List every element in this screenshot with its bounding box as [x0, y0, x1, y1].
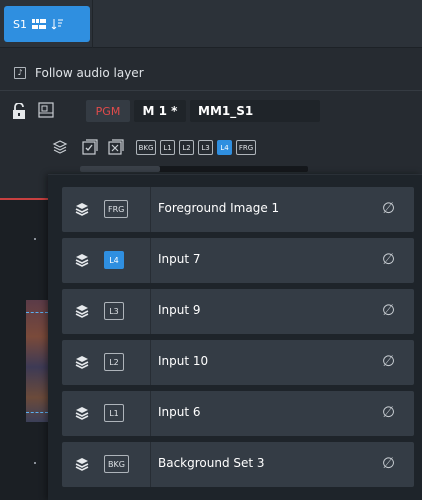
layer-tag-badge: FRG [104, 200, 129, 218]
scene-tab-label: S1 [13, 17, 27, 31]
follow-audio-layer-option[interactable]: ♪ Follow audio layer [0, 56, 422, 90]
layer-tag-badge: L3 [104, 302, 124, 320]
layer-stack-icon [74, 405, 90, 421]
music-note-icon: ♪ [14, 67, 26, 79]
clear-layer-icon[interactable]: ∅ [382, 403, 395, 421]
layer-stack-icon [74, 303, 90, 319]
row-divider [150, 442, 151, 487]
layer-label: Background Set 3 [158, 456, 265, 470]
layers-list: FRG Foreground Image 1 ∅ L4 Input 7 ∅ L3 Input … [62, 187, 414, 493]
pgm-button[interactable]: PGM [86, 100, 130, 122]
follow-audio-label: Follow audio layer [35, 66, 144, 80]
clear-layer-icon[interactable]: ∅ [382, 454, 395, 472]
section-divider [0, 90, 422, 91]
scene-tab-s1[interactable]: S1 [4, 6, 90, 42]
scene-name-field[interactable]: MM1_S1 [190, 100, 320, 122]
clear-layer-icon[interactable]: ∅ [382, 199, 395, 217]
layer-filter-l4[interactable]: L4 [217, 140, 232, 155]
control-row: PGM M 1 * MM1_S1 [0, 96, 422, 126]
layer-label: Foreground Image 1 [158, 201, 280, 215]
clear-layer-icon[interactable]: ∅ [382, 301, 395, 319]
m1-selector[interactable]: M 1 * [134, 100, 186, 122]
grid-layout-icon [31, 19, 46, 29]
layer-tag-badge: L1 [104, 404, 124, 422]
row-divider [150, 391, 151, 436]
layer-row[interactable]: L3 Input 9 ∅ [62, 289, 414, 334]
layer-filter-l1[interactable]: L1 [160, 140, 175, 155]
preview-thumbnail [26, 300, 48, 422]
row-divider [150, 187, 151, 232]
layer-row[interactable]: L4 Input 7 ∅ [62, 238, 414, 283]
layer-tag-badge: L4 [104, 251, 124, 269]
layer-filter-frg[interactable]: FRG [236, 140, 256, 155]
layer-label: Input 6 [158, 405, 201, 419]
layer-row[interactable]: BKG Background Set 3 ∅ [62, 442, 414, 487]
layer-filter-l3[interactable]: L3 [198, 140, 213, 155]
layer-stack-icon [74, 354, 90, 370]
layer-row[interactable]: FRG Foreground Image 1 ∅ [62, 187, 414, 232]
layer-stack-icon [74, 252, 90, 268]
tooltip-bar-highlight [80, 166, 160, 172]
marker-dot [34, 238, 36, 240]
selection-guide-bottom [26, 412, 48, 413]
marker-dot [34, 462, 36, 464]
tab-divider [92, 0, 93, 48]
row-divider [150, 238, 151, 283]
layer-row[interactable]: L2 Input 10 ∅ [62, 340, 414, 385]
layer-stack-icon [74, 201, 90, 217]
clear-layer-icon[interactable]: ∅ [382, 352, 395, 370]
row-divider [150, 340, 151, 385]
layer-tag-badge: BKG [104, 455, 129, 473]
layer-row[interactable]: L1 Input 6 ∅ [62, 391, 414, 436]
layer-tag-badge: L2 [104, 353, 124, 371]
unlock-icon[interactable] [12, 103, 26, 119]
layer-filter-bkg[interactable]: BKG [136, 140, 156, 155]
layer-filter-l2[interactable]: L2 [179, 140, 194, 155]
layout-box-icon[interactable] [38, 102, 54, 118]
selection-guide-top [26, 312, 48, 313]
clear-layer-icon[interactable]: ∅ [382, 250, 395, 268]
deselect-x-icon[interactable] [108, 139, 124, 155]
layers-icon[interactable] [52, 139, 68, 155]
layer-label: Input 9 [158, 303, 201, 317]
top-bar: S1 [0, 0, 422, 48]
layers-dropdown-panel: FRG Foreground Image 1 ∅ L4 Input 7 ∅ L3 Input … [48, 174, 422, 500]
select-check-icon[interactable] [82, 139, 98, 155]
layer-stack-icon [74, 456, 90, 472]
sort-icon[interactable] [51, 18, 63, 30]
row-divider [150, 289, 151, 334]
layer-label: Input 10 [158, 354, 209, 368]
layer-filter-row: BKG L1 L2 L3 L4 FRG [0, 136, 422, 162]
layer-label: Input 7 [158, 252, 201, 266]
